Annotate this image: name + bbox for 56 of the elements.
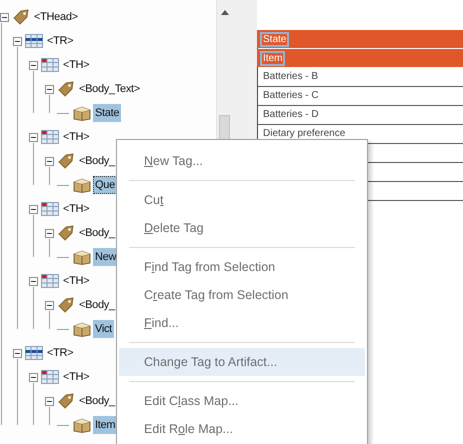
collapse-toggle-icon[interactable]	[29, 204, 38, 214]
tag-icon	[57, 80, 75, 98]
table-cell-icon	[41, 130, 59, 144]
collapse-toggle-icon[interactable]	[45, 228, 54, 238]
tag-icon	[57, 224, 75, 242]
tag-icon	[57, 152, 75, 170]
collapse-toggle-icon[interactable]	[29, 276, 38, 286]
tag-node[interactable]: <Body_	[79, 225, 115, 241]
collapse-toggle-icon[interactable]	[13, 348, 22, 358]
table-cell-icon	[41, 58, 59, 72]
box-icon	[73, 417, 91, 433]
table-cell-icon	[41, 274, 59, 288]
collapse-toggle-icon[interactable]	[29, 372, 38, 382]
tag-icon	[57, 392, 75, 410]
tag-icon	[12, 8, 30, 26]
scroll-up-icon[interactable]	[220, 10, 228, 15]
collapse-toggle-icon[interactable]	[29, 60, 38, 70]
collapse-toggle-icon[interactable]	[0, 12, 9, 22]
table-cell-icon	[41, 202, 59, 216]
box-icon	[73, 105, 91, 121]
tag-node[interactable]: <TR>	[47, 33, 74, 49]
tag-node[interactable]: <TH>	[63, 57, 90, 73]
tag-node[interactable]: <TH>	[63, 369, 90, 385]
tag-node[interactable]: <TH>	[63, 273, 90, 289]
tag-node[interactable]: <Body_	[79, 393, 115, 409]
table-cell: Batteries - B	[263, 71, 318, 82]
table-cell: Batteries - D	[263, 109, 319, 120]
content-node[interactable]: State	[93, 104, 122, 122]
collapse-toggle-icon[interactable]	[45, 84, 54, 94]
box-icon	[73, 321, 91, 337]
content-node[interactable]: Vict	[93, 320, 114, 338]
tag-node[interactable]: <TH>	[63, 201, 90, 217]
tag-node[interactable]: <TR>	[47, 345, 74, 361]
table-row-icon	[25, 34, 43, 48]
tag-node[interactable]: <Body_	[79, 153, 115, 169]
content-node[interactable]: Que	[93, 176, 117, 194]
collapse-toggle-icon[interactable]	[45, 396, 54, 406]
collapse-toggle-icon[interactable]	[45, 156, 54, 166]
collapse-toggle-icon[interactable]	[29, 132, 38, 142]
box-icon	[73, 249, 91, 265]
header-text[interactable]: Item	[260, 50, 286, 66]
collapse-toggle-icon[interactable]	[45, 300, 54, 310]
tag-node[interactable]: <THead>	[34, 9, 78, 25]
tag-node[interactable]: <TH>	[63, 129, 90, 145]
content-node[interactable]: Item	[93, 416, 118, 434]
tag-node[interactable]: <Body_Text>	[79, 81, 140, 97]
header-text[interactable]: State	[260, 32, 290, 46]
collapse-toggle-icon[interactable]	[13, 36, 22, 46]
box-icon	[73, 177, 91, 193]
table-cell: Dietary preference	[263, 128, 346, 139]
table-cell-icon	[41, 370, 59, 384]
tag-node[interactable]: <Body_	[79, 297, 115, 313]
tag-icon	[57, 296, 75, 314]
content-node[interactable]: New	[93, 248, 118, 266]
table-row-icon	[25, 346, 43, 360]
table-cell: Batteries - C	[263, 90, 319, 101]
